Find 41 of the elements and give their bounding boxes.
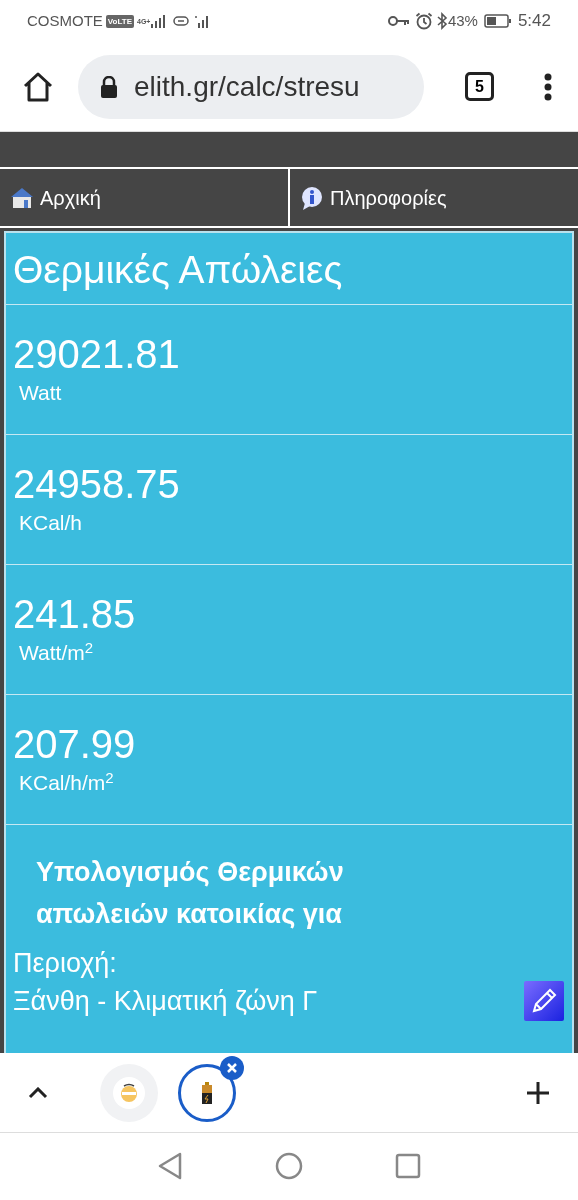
result-value: 29021.81 — [13, 331, 181, 377]
face-icon — [119, 1082, 139, 1103]
back-icon[interactable] — [157, 1151, 183, 1180]
result-value: 24958.75 — [13, 461, 181, 507]
house-icon — [10, 186, 34, 209]
result-unit: KCal/h — [18, 510, 84, 536]
pencil-icon[interactable] — [524, 981, 564, 1021]
volte-badge: VoLTE — [105, 14, 134, 28]
close-icon[interactable] — [220, 1055, 244, 1080]
menu-icon[interactable] — [544, 72, 552, 101]
battery-icon — [201, 1081, 213, 1104]
bluetooth-icon — [435, 12, 448, 30]
signal-icon — [151, 14, 168, 28]
panel-title: Θερμικές Απώλειες — [6, 233, 572, 305]
home-icon[interactable] — [22, 71, 54, 102]
result-value: 207.99 — [13, 721, 137, 767]
key-icon — [387, 15, 410, 27]
region-label: Περιοχή: — [12, 947, 118, 980]
info-icon — [300, 185, 324, 210]
url-text: elith.gr/calc/stresu — [134, 69, 360, 104]
battery-percent: 43% — [447, 10, 478, 31]
chevron-up-icon[interactable] — [28, 1086, 48, 1099]
nav-link[interactable]: Αρχική — [0, 169, 288, 226]
section-heading: Υπολογισμός Θερμικών απωλειών κατοικίας για — [35, 856, 345, 931]
plus-icon[interactable] — [526, 1080, 550, 1105]
result-value: 241.85 — [13, 591, 137, 637]
result-unit: KCal/h/m$^{2}$ — [18, 767, 115, 796]
clock-time: 5:42 — [517, 10, 551, 33]
address-bar[interactable]: elith.gr/calc/stresu — [78, 54, 424, 119]
link-icon — [173, 16, 190, 26]
result-unit: Watt/m$^{2}$ — [18, 637, 95, 666]
recents-icon[interactable] — [395, 1152, 421, 1179]
result-unit: Watt — [18, 380, 63, 406]
region-value: Ξάνθη - Κλιματική ζώνη Γ — [13, 985, 318, 1018]
carrier-name: COSMOTE — [27, 10, 103, 31]
lock-icon — [100, 75, 118, 98]
nav-link[interactable]: Πληροφορίες — [288, 169, 578, 226]
tab-count-button[interactable]: 5 — [465, 72, 494, 101]
tab-thumbnail[interactable] — [178, 1063, 236, 1122]
battery-icon — [483, 14, 512, 28]
alarm-icon — [414, 12, 433, 30]
